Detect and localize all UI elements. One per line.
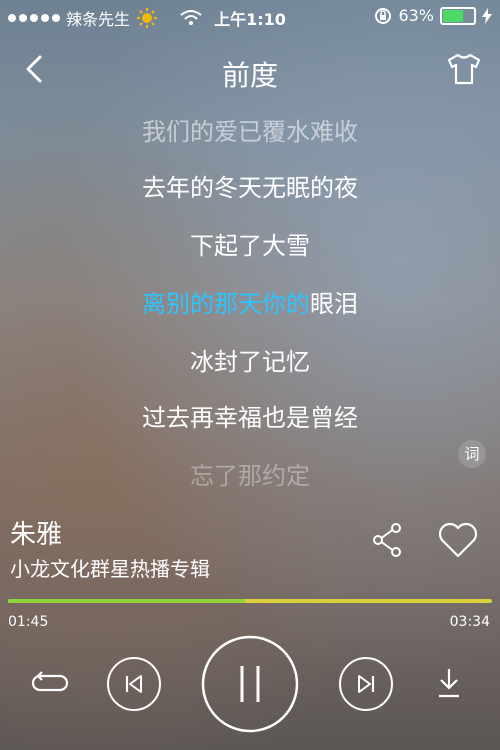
progress-played xyxy=(8,599,246,603)
total-time: 03:34 xyxy=(449,614,490,630)
heart-icon[interactable] xyxy=(436,520,480,560)
lyric-line: 忘了那约定 xyxy=(190,462,310,490)
elapsed-time: 01:45 xyxy=(8,614,49,630)
status-bar: 辣条先生 上午1:10 63% xyxy=(0,0,500,34)
previous-track-icon[interactable] xyxy=(106,656,162,712)
charging-icon xyxy=(482,7,492,24)
lyric-line: 过去再幸福也是曾经 xyxy=(142,404,358,432)
battery-level xyxy=(443,9,464,22)
page-title: 前度 xyxy=(221,59,278,92)
rotation-lock-icon xyxy=(375,7,392,24)
lyric-sung-part: 离别的那天你的 xyxy=(142,290,310,318)
tshirt-icon[interactable] xyxy=(446,52,482,86)
song-name: 朱雅 xyxy=(10,520,63,550)
download-icon[interactable] xyxy=(434,666,464,700)
repeat-icon[interactable] xyxy=(30,668,70,698)
nav-bar: 前度 xyxy=(0,40,500,100)
lyric-unsung-part: 眼泪 xyxy=(310,290,358,318)
playback-controls xyxy=(0,630,500,750)
song-info: 朱雅 小龙文化群星热播专辑 xyxy=(10,514,210,582)
battery-percent: 63% xyxy=(398,6,434,25)
status-right: 63% xyxy=(374,6,492,25)
lyric-line: 我们的爱已覆水难收 xyxy=(142,118,358,146)
pause-icon[interactable] xyxy=(200,634,300,734)
current-lyric-line: 离别的那天你的眼泪 xyxy=(0,284,500,319)
lyrics-toggle-button[interactable]: 词 xyxy=(458,440,486,468)
next-track-icon[interactable] xyxy=(338,656,394,712)
lyric-line: 下起了大雪 xyxy=(190,232,310,260)
battery-icon xyxy=(440,6,476,25)
share-icon[interactable] xyxy=(370,520,406,560)
lyric-line: 去年的冬天无眠的夜 xyxy=(142,174,358,202)
progress-bar[interactable] xyxy=(8,599,492,603)
album-name: 小龙文化群星热播专辑 xyxy=(10,557,210,581)
lyrics-panel[interactable]: 我们的爱已覆水难收 去年的冬天无眠的夜 下起了大雪 离别的那天你的眼泪 冰封了记… xyxy=(0,102,500,492)
lyric-line: 冰封了记忆 xyxy=(190,348,310,376)
